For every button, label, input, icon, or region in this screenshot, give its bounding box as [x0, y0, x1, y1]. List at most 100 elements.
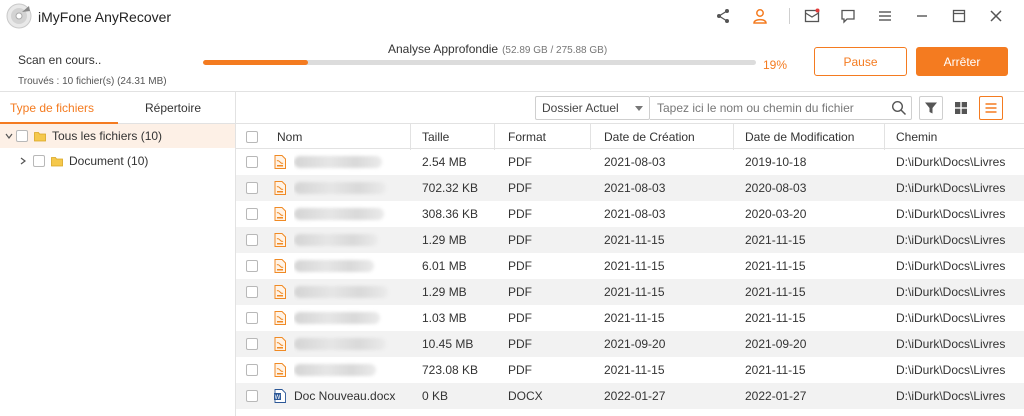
app-title: iMyFone AnyRecover	[38, 9, 172, 25]
file-size: 10.45 MB	[422, 337, 474, 351]
row-checkbox[interactable]	[246, 364, 258, 376]
location-select-value: Dossier Actuel	[542, 101, 619, 115]
table-row[interactable]: 1.29 MB PDF 2021-11-15 2021-11-15 D:\iDurk\D…	[236, 279, 1024, 305]
title-separator	[789, 8, 790, 24]
file-format: PDF	[508, 155, 532, 169]
share-button[interactable]	[711, 5, 735, 27]
row-checkbox[interactable]	[246, 390, 258, 402]
pdf-file-icon	[274, 337, 286, 351]
title-bar: iMyFone AnyRecover	[0, 0, 1024, 34]
account-button[interactable]	[748, 5, 772, 27]
file-toolbar: Dossier Actuel	[236, 91, 1024, 123]
file-path: D:\iDurk\Docs\Livres	[896, 259, 1006, 273]
table-row[interactable]: 308.36 KB PDF 2021-08-03 2020-03-20 D:\iDurk…	[236, 201, 1024, 227]
file-path: D:\iDurk\Docs\Livres	[896, 311, 1006, 325]
filter-button[interactable]	[919, 96, 943, 120]
file-size: 1.29 MB	[422, 285, 467, 299]
tree-item-all-files[interactable]: Tous les fichiers (10)	[0, 124, 235, 148]
maximize-button[interactable]	[947, 5, 971, 27]
row-checkbox[interactable]	[246, 208, 258, 220]
file-path: D:\iDurk\Docs\Livres	[896, 155, 1006, 169]
close-icon	[990, 10, 1002, 22]
blurred-file-name	[294, 156, 382, 168]
location-select[interactable]: Dossier Actuel	[535, 96, 650, 120]
minimize-button[interactable]	[910, 5, 934, 27]
table-row[interactable]: 1.03 MB PDF 2021-11-15 2021-11-15 D:\iDurk\D…	[236, 305, 1024, 331]
file-size: 2.54 MB	[422, 155, 467, 169]
search-icon[interactable]	[891, 100, 907, 116]
column-header-path[interactable]: Chemin	[896, 124, 937, 150]
column-header-format[interactable]: Format	[508, 124, 546, 150]
tab-directory[interactable]: Répertoire	[145, 101, 201, 115]
row-checkbox[interactable]	[246, 234, 258, 246]
table-row[interactable]: 702.32 KB PDF 2021-08-03 2020-08-03 D:\iDurk…	[236, 175, 1024, 201]
column-header-modified[interactable]: Date de Modification	[745, 124, 854, 150]
row-checkbox[interactable]	[246, 338, 258, 350]
tab-file-types[interactable]: Type de fichiers	[10, 101, 94, 115]
stop-button[interactable]: Arrêter	[916, 47, 1008, 76]
row-checkbox[interactable]	[246, 286, 258, 298]
file-icon-cell	[274, 357, 286, 383]
file-path: D:\iDurk\Docs\Livres	[896, 389, 1006, 403]
file-name-cell	[294, 253, 406, 279]
tree-checkbox-document[interactable]	[33, 155, 45, 167]
file-format: PDF	[508, 181, 532, 195]
select-all-checkbox[interactable]	[246, 131, 258, 143]
file-name-cell	[294, 331, 406, 357]
svg-text:W: W	[275, 394, 281, 401]
file-modified: 2021-11-15	[745, 233, 806, 247]
list-view-button[interactable]	[979, 96, 1003, 120]
file-size: 702.32 KB	[422, 181, 479, 195]
row-checkbox[interactable]	[246, 312, 258, 324]
close-button[interactable]	[984, 5, 1008, 27]
blurred-file-name	[294, 312, 380, 324]
tree-item-document[interactable]: Document (10)	[0, 149, 235, 173]
file-created: 2021-09-20	[604, 337, 666, 351]
file-created: 2021-11-15	[604, 285, 665, 299]
tree-item-label: Tous les fichiers (10)	[52, 129, 163, 143]
file-created: 2021-11-15	[604, 259, 665, 273]
scan-percent: 19%	[763, 58, 788, 72]
table-row[interactable]: 10.45 MB PDF 2021-09-20 2021-09-20 D:\iDurk\…	[236, 331, 1024, 357]
table-row[interactable]: 6.01 MB PDF 2021-11-15 2021-11-15 D:\iDurk\D…	[236, 253, 1024, 279]
scan-mode: Analyse Approfondie	[388, 42, 499, 56]
row-checkbox[interactable]	[246, 182, 258, 194]
file-size: 1.29 MB	[422, 233, 467, 247]
feedback-button[interactable]	[836, 5, 860, 27]
tree-checkbox-all[interactable]	[16, 130, 28, 142]
column-header-size[interactable]: Taille	[422, 124, 449, 150]
row-checkbox[interactable]	[246, 156, 258, 168]
search-input[interactable]	[650, 97, 880, 119]
grid-view-button[interactable]	[949, 96, 973, 120]
folder-icon	[34, 131, 46, 141]
chevron-right-icon[interactable]	[18, 156, 28, 166]
file-modified: 2021-11-15	[745, 311, 806, 325]
row-checkbox[interactable]	[246, 260, 258, 272]
mail-button[interactable]	[800, 5, 824, 27]
table-row[interactable]: W Doc Nouveau.docx 0 KB DOCX 2022-01-27 2022-…	[236, 383, 1024, 409]
file-icon-cell	[274, 305, 286, 331]
chevron-down-icon[interactable]	[4, 131, 14, 141]
row-checkbox-cell	[246, 305, 258, 331]
file-icon-cell	[274, 253, 286, 279]
file-modified: 2021-11-15	[745, 285, 806, 299]
file-created: 2021-11-15	[604, 233, 665, 247]
column-divider	[733, 124, 734, 150]
column-header-created[interactable]: Date de Création	[604, 124, 695, 150]
scan-progress-bar	[203, 60, 756, 65]
file-name-cell	[294, 227, 406, 253]
search-box	[650, 96, 912, 120]
scan-sizes: (52.89 GB / 275.88 GB)	[502, 45, 608, 56]
menu-button[interactable]	[873, 5, 897, 27]
select-all-cell	[246, 124, 258, 150]
column-header-name[interactable]: Nom	[277, 124, 302, 150]
file-modified: 2020-08-03	[745, 181, 807, 195]
blurred-file-name	[294, 260, 374, 272]
table-row[interactable]: 1.29 MB PDF 2021-11-15 2021-11-15 D:\iDurk\D…	[236, 227, 1024, 253]
pause-button[interactable]: Pause	[814, 47, 907, 76]
file-name-cell	[294, 305, 406, 331]
file-name-cell	[294, 357, 406, 383]
table-row[interactable]: 2.54 MB PDF 2021-08-03 2019-10-18 D:\iDurk\D…	[236, 149, 1024, 175]
dropdown-arrow-icon	[635, 106, 643, 111]
table-row[interactable]: 723.08 KB PDF 2021-11-15 2021-11-15 D:\iDurk…	[236, 357, 1024, 383]
